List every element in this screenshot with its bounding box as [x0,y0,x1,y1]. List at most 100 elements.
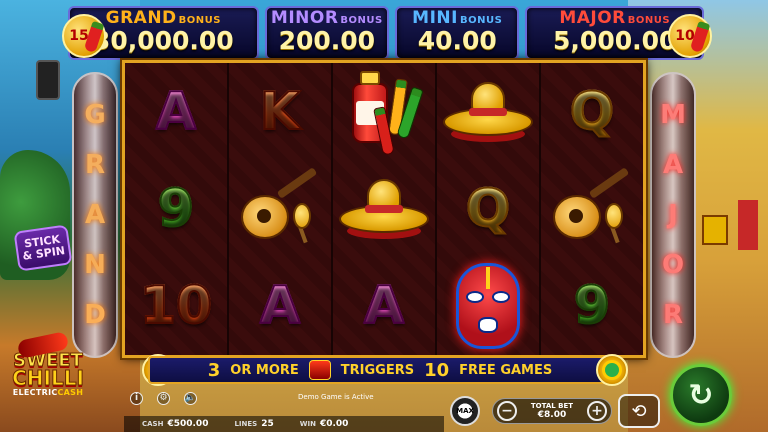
jackpot-mini-bonus-label: BONUS [459,15,503,26]
tube-letter: A [662,150,684,180]
reel-cell [437,258,539,355]
luchador-mask-icon [456,263,520,350]
sombrero-icon [443,81,533,142]
symbol-a: A [155,81,197,142]
reel-cell: K [229,63,331,160]
win-label: WIN [299,420,316,428]
logo-sub-a: ELECTRIC [12,388,58,398]
flower-icon [605,363,619,377]
jackpot-minor-value: 200.00 [278,26,376,55]
reel-5: Q 9 [541,63,643,355]
tube-letter: N [84,250,106,280]
jackpot-mini: MINI BONUS 40.00 [395,6,520,60]
jackpot-major-name: MAJOR [559,8,626,28]
reel-1: A 9 10 [125,63,229,355]
stick-spin-text: STICK & SPIN [20,233,66,263]
tube-letter: R [84,150,106,180]
increase-bet-button[interactable]: + [586,401,607,421]
sign-decoration [702,215,728,245]
total-bet-display: TOTAL BET €8.00 [531,402,573,420]
tube-letter: G [84,100,106,130]
symbol-9: 9 [573,276,611,337]
jackpot-minor: MINOR BONUS 200.00 [264,6,390,60]
banner-count: 3 [207,359,221,381]
autoplay-icon: ⟲ [631,400,647,422]
lines-value: 25 [261,419,274,429]
hot-sauce-chillies-icon [344,69,424,156]
scatter-logo-icon [308,360,331,380]
lines-label: LINES [234,420,258,428]
jackpot-grand-bonus-label: BONUS [178,15,221,26]
tube-letter: D [84,300,106,330]
spin-icon: ↻ [688,377,714,413]
jackpot-grand-value: 30,000.00 [92,26,234,55]
reel-4: Q [437,63,541,355]
jackpot-minor-bonus-label: BONUS [340,15,383,26]
reel-cell: 9 [541,258,643,355]
guitar-maracas-icon [237,167,323,245]
reel-area: A 9 10 K A A Q Q 9 [122,60,646,358]
chili-counter-badge-right: 10 [668,14,712,58]
symbol-a: A [259,276,301,337]
cash-value: €500.00 [167,419,209,429]
win-value: €0.00 [319,419,349,429]
free-games-banner: 3 OR MORE TRIGGERS 10 FREE GAMES [148,356,612,384]
logo-subtitle: ELECTRICCASH [6,388,90,397]
reels: A 9 10 K A A Q Q 9 [125,63,643,355]
tube-letter: O [661,250,685,280]
jackpot-major-bonus-label: BONUS [627,15,671,26]
guitar-maracas-icon [549,167,635,245]
jackpot-mini-value: 40.00 [417,26,497,55]
logo-line2: CHILLI [12,366,85,391]
banner-free-games: FREE GAMES [459,362,553,378]
autoplay-button[interactable]: ⟲ [618,394,660,428]
grand-progress-tube: G R A N D [72,72,118,358]
banner-triggers: TRIGGERS [340,362,415,378]
symbol-k: K [259,81,301,142]
symbol-q: Q [569,81,615,142]
utility-icons: i ⚙ 🔈 [130,390,197,406]
reel-cell: 9 [125,160,227,257]
jackpot-bar: GRAND BONUS 30,000.00 MINOR BONUS 200.00 M… [68,6,705,60]
reel-cell: Q [541,63,643,160]
reel-cell: 10 [125,258,227,355]
reel-cell [437,63,539,160]
spin-button[interactable]: ↻ [670,364,732,426]
flower-medallion-right [596,354,628,386]
reel-cell: A [333,258,435,355]
chili-pepper-icon [689,20,711,54]
reel-cell: A [229,258,331,355]
jackpot-mini-name: MINI [412,8,458,28]
reel-cell [229,160,331,257]
banner-decoration [738,200,758,250]
balance-stats: CASH €500.00 LINES 25 WIN €0.00 [124,416,444,432]
tube-letter: A [84,200,106,230]
reel-cell: Q [437,160,539,257]
chili-counter-badge-left: 15 [62,14,106,58]
total-bet-control: − TOTAL BET €8.00 + [492,398,612,424]
symbol-a: A [363,276,405,337]
reel-cell [333,63,435,160]
info-icon[interactable]: i [130,391,143,405]
demo-mode-text: Demo Game is Active [298,393,374,401]
tube-letter: M [660,100,686,130]
decrease-bet-button[interactable]: − [497,401,517,421]
total-bet-label: TOTAL BET [530,402,574,410]
stick-and-spin-sign: STICK & SPIN [13,224,73,272]
max-bet-button[interactable]: MAX [450,396,480,426]
sound-icon[interactable]: 🔈 [184,391,197,405]
game-logo: SWEET CHILLI ELECTRICCASH [6,330,90,414]
reel-cell: A [125,63,227,160]
control-bar: i ⚙ 🔈 Demo Game is Active CASH €500.00 L… [124,390,684,432]
settings-icon[interactable]: ⚙ [157,391,170,405]
reel-cell [333,160,435,257]
jackpot-minor-name: MINOR [270,8,339,28]
street-lamp-decoration [36,60,60,100]
tube-letter: J [668,200,678,230]
symbol-q: Q [465,178,511,239]
cash-label: CASH [142,420,164,428]
logo-sub-b: CASH [57,388,84,398]
reel-2: K A [229,63,333,355]
sombrero-icon [339,178,429,239]
reel-3: A [333,63,437,355]
